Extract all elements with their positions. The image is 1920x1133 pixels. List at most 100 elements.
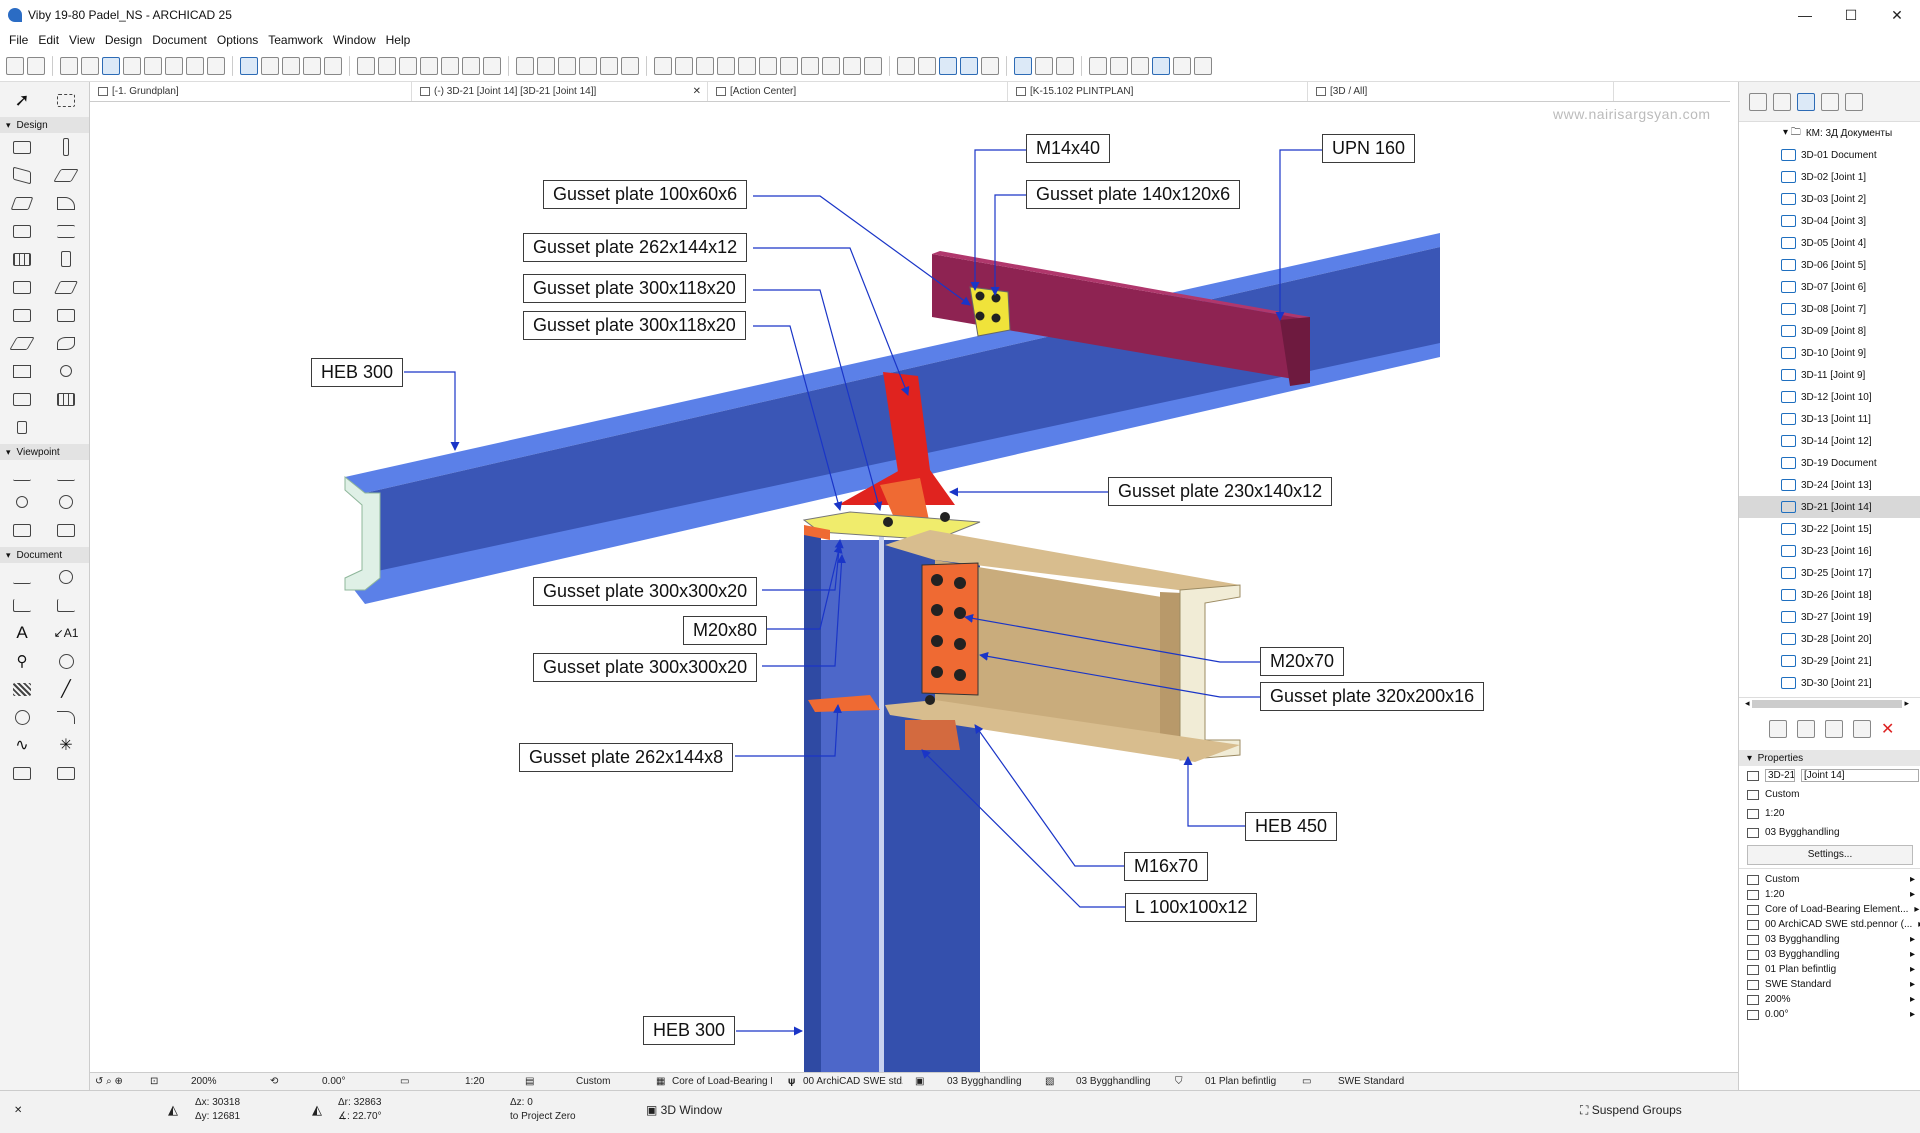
- section-document[interactable]: Document: [0, 547, 89, 563]
- close-status-icon[interactable]: ✕: [14, 1105, 22, 1116]
- layer-value[interactable]: Core of Load-Bearing E...: [672, 1076, 772, 1087]
- skylight-tool[interactable]: [11, 217, 33, 245]
- view-id-field[interactable]: 3D-21: [1765, 769, 1795, 782]
- view-setting-row[interactable]: 01 Plan befintlig ▸: [1739, 962, 1920, 977]
- dimension-tool[interactable]: [11, 563, 33, 591]
- zoom-value[interactable]: 200%: [191, 1076, 217, 1087]
- section-tool[interactable]: [11, 460, 33, 488]
- roof-tool[interactable]: [10, 189, 34, 217]
- properties-header[interactable]: ▾ Properties: [1739, 750, 1920, 766]
- morph-tool[interactable]: [55, 329, 77, 357]
- view-setting-row[interactable]: 03 Bygghandling ▸: [1739, 932, 1920, 947]
- navigator-item[interactable]: 3D-21 [Joint 14]: [1739, 496, 1920, 518]
- menu-document[interactable]: Document: [147, 33, 212, 47]
- navigator-item[interactable]: 3D-24 [Joint 13]: [1739, 474, 1920, 496]
- spline-icon[interactable]: [1131, 56, 1149, 75]
- tab-plintplan[interactable]: [K-15.102 PLINTPLAN]: [1008, 82, 1308, 101]
- section-icon[interactable]: [261, 56, 279, 75]
- arrow-tool[interactable]: ➚: [11, 86, 33, 114]
- redo-icon[interactable]: [27, 56, 45, 75]
- angle-dimension-tool[interactable]: [55, 591, 77, 619]
- curtain-wall-tool[interactable]: [11, 245, 33, 273]
- close-button[interactable]: ✕: [1874, 0, 1920, 30]
- organizer-icon[interactable]: [1845, 92, 1863, 111]
- text-tool[interactable]: A: [11, 619, 33, 647]
- group-lock-icon[interactable]: [981, 56, 999, 75]
- opening-tool[interactable]: [11, 413, 33, 441]
- view-setting-row[interactable]: 200% ▸: [1739, 992, 1920, 1007]
- hotspot-tool[interactable]: ✳: [55, 731, 77, 759]
- level-dimension-tool[interactable]: [11, 591, 33, 619]
- roof-icon[interactable]: [483, 56, 501, 75]
- snap-guide-icon[interactable]: [102, 56, 120, 75]
- structure-row[interactable]: Custom: [1739, 785, 1920, 804]
- line-tool-icon[interactable]: [1089, 56, 1107, 75]
- elevation-icon[interactable]: [282, 56, 300, 75]
- navigator-item[interactable]: 3D-01 Document: [1739, 144, 1920, 166]
- zone-tool[interactable]: [55, 301, 77, 329]
- menu-window[interactable]: Window: [328, 33, 381, 47]
- tab-3d-21[interactable]: (-) 3D-21 [Joint 14] [3D-21 [Joint 14]] …: [412, 82, 708, 101]
- split-icon[interactable]: [378, 56, 396, 75]
- line-tool[interactable]: ╱: [55, 675, 77, 703]
- navigator-item[interactable]: 3D-25 [Joint 17]: [1739, 562, 1920, 584]
- worksheet-icon[interactable]: [324, 56, 342, 75]
- scale-value[interactable]: 1:20: [465, 1076, 484, 1087]
- view-map-icon[interactable]: [1773, 92, 1791, 111]
- offset-icon[interactable]: [462, 56, 480, 75]
- view-setting-row[interactable]: 1:20 ▸: [1739, 887, 1920, 902]
- solid-operations-icon[interactable]: [579, 56, 597, 75]
- 3d-window-button[interactable]: ▣ 3D Window: [646, 1103, 722, 1117]
- morph-icon[interactable]: [600, 56, 618, 75]
- arrow-icon[interactable]: [1173, 56, 1191, 75]
- marker-icon[interactable]: [537, 56, 555, 75]
- section-viewpoint[interactable]: Viewpoint: [0, 444, 89, 460]
- navigator-item[interactable]: 3D-28 [Joint 20]: [1739, 628, 1920, 650]
- endplate-320x200[interactable]: [921, 562, 979, 696]
- tab-grundplan[interactable]: [-1. Grundplan]: [90, 82, 412, 101]
- 3d-viewport[interactable]: M14x40 UPN 160 Gusset plate 100x60x6 Gus…: [90, 102, 1738, 1072]
- navigator-item[interactable]: 3D-08 [Joint 7]: [1739, 298, 1920, 320]
- zone-icon[interactable]: [654, 56, 672, 75]
- pen-set-value[interactable]: 00 ArchiCAD SWE std.p...: [803, 1076, 903, 1087]
- menu-view[interactable]: View: [64, 33, 100, 47]
- maximize-button[interactable]: ☐: [1828, 0, 1874, 30]
- navigator-item[interactable]: 3D-06 [Joint 5]: [1739, 254, 1920, 276]
- slab-icon[interactable]: [738, 56, 756, 75]
- navigator-item[interactable]: 3D-22 [Joint 15]: [1739, 518, 1920, 540]
- navigator-scrollbar[interactable]: ◂ ▸: [1739, 697, 1920, 713]
- explore-icon[interactable]: [960, 56, 978, 75]
- navigation-icons[interactable]: ↺ ⌕ ⊕: [95, 1076, 123, 1087]
- close-tab-icon[interactable]: ✕: [693, 86, 701, 97]
- beam-2-tool[interactable]: [11, 385, 33, 413]
- orbit-icon[interactable]: [939, 56, 957, 75]
- polyline-tool[interactable]: [55, 703, 77, 731]
- reference-zero[interactable]: to Project Zero: [510, 1111, 576, 1122]
- project-map-icon[interactable]: [1749, 92, 1767, 111]
- polyline-icon[interactable]: [1110, 56, 1128, 75]
- curtain-wall-icon[interactable]: [675, 56, 693, 75]
- view-setting-row[interactable]: SWE Standard ▸: [1739, 977, 1920, 992]
- slab-tool[interactable]: [53, 161, 79, 189]
- window-tool[interactable]: [11, 273, 33, 301]
- adjust-icon[interactable]: [399, 56, 417, 75]
- menu-help[interactable]: Help: [381, 33, 416, 47]
- view-setting-row[interactable]: Custom ▸: [1739, 872, 1920, 887]
- layout-book-icon[interactable]: [1797, 92, 1815, 111]
- view-name-field[interactable]: [Joint 14]: [1801, 769, 1919, 782]
- column-icon[interactable]: [717, 56, 735, 75]
- view-setting-row[interactable]: Core of Load-Bearing Element... ▸: [1739, 902, 1920, 917]
- flag-icon[interactable]: [516, 56, 534, 75]
- circle-tool[interactable]: [11, 703, 33, 731]
- more-icon[interactable]: [1194, 56, 1212, 75]
- rotation-value[interactable]: 0.00°: [322, 1076, 345, 1087]
- angle-icon[interactable]: [1014, 56, 1032, 75]
- clone-icon[interactable]: [1797, 720, 1815, 738]
- new-view-icon[interactable]: [1769, 720, 1787, 738]
- save-view-icon[interactable]: [1853, 720, 1871, 738]
- layer-combination-row[interactable]: 03 Bygghandling: [1739, 823, 1920, 842]
- fill-tool[interactable]: [55, 647, 77, 675]
- detail-icon[interactable]: [303, 56, 321, 75]
- window-tool-icon[interactable]: [801, 56, 819, 75]
- trim-icon[interactable]: [357, 56, 375, 75]
